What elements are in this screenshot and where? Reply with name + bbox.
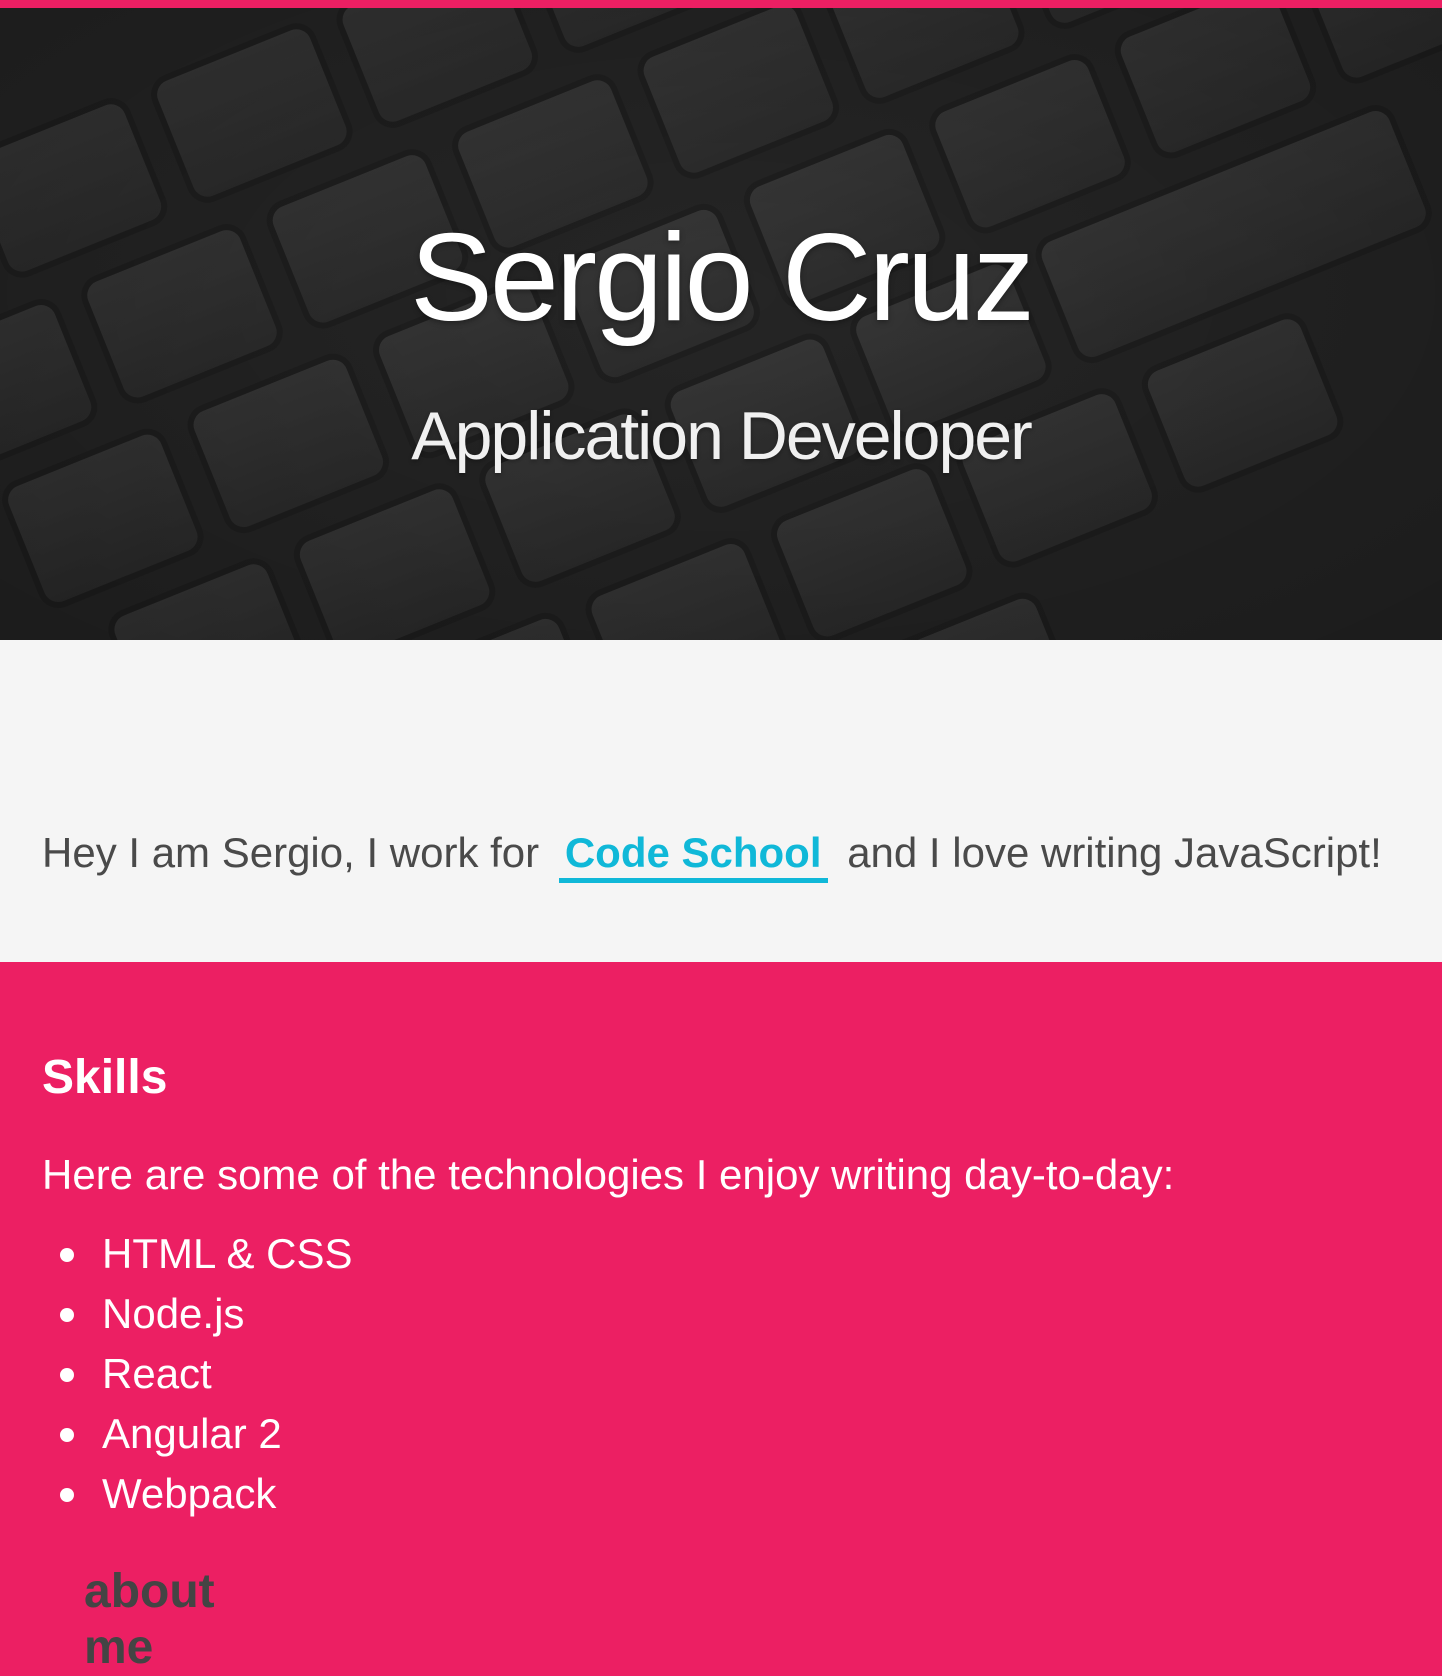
list-item: HTML & CSS bbox=[42, 1224, 352, 1284]
skills-intro: Here are some of the technologies I enjo… bbox=[42, 1151, 1175, 1198]
skill-label: React bbox=[102, 1350, 212, 1397]
hero-name: Sergio Cruz bbox=[410, 209, 1035, 347]
skills-list: HTML & CSS Node.js React Angular 2 Webpa… bbox=[42, 1224, 352, 1524]
list-item: React bbox=[42, 1344, 352, 1404]
code-school-link[interactable]: Code School bbox=[558, 828, 828, 883]
about-text-after-link: and I love writing JavaScript! bbox=[847, 829, 1382, 876]
bullet-icon bbox=[60, 1248, 74, 1262]
list-item: Node.js bbox=[42, 1284, 352, 1344]
bullet-icon bbox=[60, 1368, 74, 1382]
skill-label: Webpack bbox=[102, 1470, 277, 1517]
skill-label: HTML & CSS bbox=[102, 1230, 353, 1277]
about-paragraph: Hey I am Sergio, I work for Code School … bbox=[42, 826, 1382, 883]
list-item: Webpack bbox=[42, 1464, 352, 1524]
skill-label: Node.js bbox=[102, 1290, 245, 1337]
bullet-icon bbox=[60, 1428, 74, 1442]
list-item: Angular 2 bbox=[42, 1404, 352, 1464]
skills-title: Skills bbox=[42, 1051, 168, 1104]
about-section: A bit more about me Hey I am Sergio, I w… bbox=[0, 640, 1442, 1674]
skills-title-wrap: Skills bbox=[42, 1050, 167, 1106]
hero-banner: Sergio Cruz Application Developer bbox=[0, 8, 1442, 640]
skill-label: Angular 2 bbox=[102, 1410, 282, 1457]
hero-role: Application Developer bbox=[411, 398, 1033, 474]
bullet-icon bbox=[60, 1488, 74, 1502]
top-accent-bar bbox=[0, 0, 1442, 8]
about-text-before-link: Hey I am Sergio, I work for bbox=[42, 829, 540, 876]
bullet-icon bbox=[60, 1308, 74, 1322]
skills-section: Skills Here are some of the technologies… bbox=[0, 962, 1442, 1558]
